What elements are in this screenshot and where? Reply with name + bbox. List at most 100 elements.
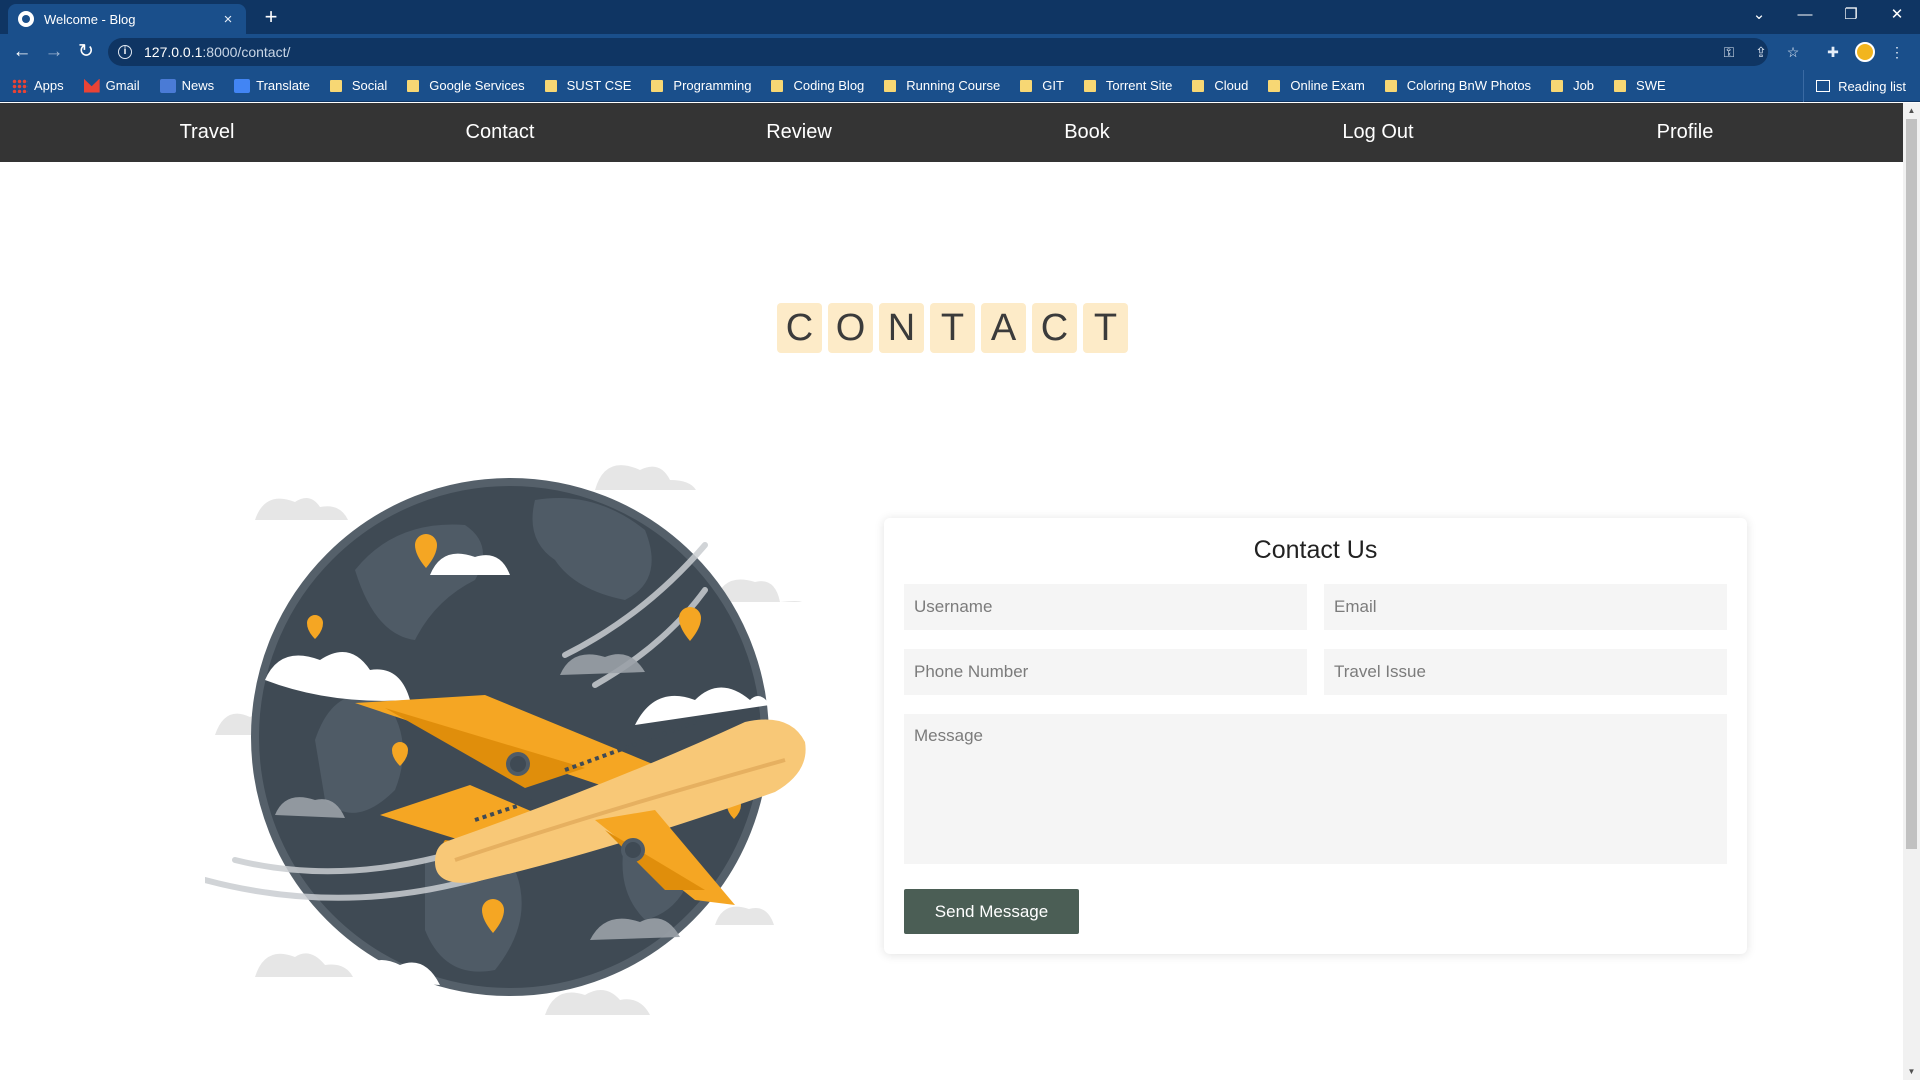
restore-button[interactable]: ❐	[1828, 0, 1874, 30]
reading-list-icon	[1816, 80, 1831, 92]
bookmark-label: Google Services	[429, 78, 525, 93]
folder-icon	[1083, 79, 1096, 92]
bookmark-folder[interactable]: Running Course	[884, 78, 1000, 93]
scroll-up-arrow-icon[interactable]: ▲	[1903, 103, 1920, 119]
back-button[interactable]: ←	[8, 38, 36, 66]
site-favicon-icon	[18, 11, 34, 27]
url-path: :8000/contact/	[202, 44, 291, 60]
send-message-button[interactable]: Send Message	[904, 889, 1079, 934]
bookmark-gmail[interactable]: Gmail	[83, 78, 140, 93]
bookmark-folder[interactable]: Coloring BnW Photos	[1384, 78, 1532, 93]
nav-link-logout[interactable]: Log Out	[1342, 103, 1413, 162]
browser-toolbar: ← → ↻ i 127.0.0.1:8000/contact/ ⚿ ⇪ ☆ ✚ …	[0, 34, 1920, 70]
bookmark-label: SWE	[1636, 78, 1666, 93]
share-icon[interactable]: ⇪	[1751, 42, 1771, 62]
bookmark-folder[interactable]: Torrent Site	[1083, 78, 1173, 93]
folder-icon	[1384, 79, 1397, 92]
message-textarea[interactable]	[904, 714, 1727, 864]
browser-tab-strip: Welcome - Blog × + ⌄ — ❐ ✕	[0, 0, 1920, 34]
bookmark-folder[interactable]: SUST CSE	[544, 78, 631, 93]
bookmark-translate[interactable]: Translate	[234, 78, 310, 93]
bookmark-label: GIT	[1042, 78, 1064, 93]
bookmarks-bar: Apps Gmail News Translate Social Google …	[0, 70, 1920, 102]
nav-link-profile[interactable]: Profile	[1657, 103, 1714, 162]
browser-menu-icon[interactable]: ⋮	[1887, 42, 1907, 62]
heading-letter: C	[1032, 303, 1077, 353]
bookmark-label: Job	[1573, 78, 1595, 93]
nav-link-contact[interactable]: Contact	[466, 103, 535, 162]
minimize-button[interactable]: —	[1782, 0, 1828, 30]
bookmark-folder[interactable]: Programming	[651, 78, 751, 93]
folder-icon	[1268, 79, 1281, 92]
nav-link-book[interactable]: Book	[1064, 103, 1110, 162]
bookmark-folder[interactable]: Google Services	[407, 78, 525, 93]
bookmark-apps[interactable]: Apps	[12, 78, 64, 93]
apps-grid-icon	[12, 78, 28, 93]
tab-search-icon[interactable]: ⌄	[1736, 0, 1782, 30]
reading-list-label: Reading list	[1838, 78, 1906, 94]
site-navbar: Travel Contact Review Book Log Out Profi…	[0, 103, 1903, 162]
profile-avatar[interactable]	[1855, 42, 1875, 62]
bookmark-folder[interactable]: GIT	[1020, 78, 1064, 93]
bookmark-star-icon[interactable]: ☆	[1783, 42, 1803, 62]
folder-icon	[771, 79, 784, 92]
forward-button[interactable]: →	[40, 38, 68, 66]
reload-button[interactable]: ↻	[72, 38, 100, 66]
contact-form-card: Contact Us Send Message	[884, 518, 1747, 954]
nav-link-travel[interactable]: Travel	[180, 103, 235, 162]
url-host: 127.0.0.1	[144, 44, 203, 60]
globe-airplane-illustration	[205, 465, 806, 1015]
bookmark-label: Translate	[256, 78, 310, 93]
bookmark-label: Social	[351, 78, 388, 93]
page-scrollbar[interactable]: ▲ ▼	[1903, 103, 1920, 1080]
bookmark-folder[interactable]: Job	[1551, 78, 1594, 93]
close-window-button[interactable]: ✕	[1874, 0, 1920, 30]
password-key-icon[interactable]: ⚿	[1719, 42, 1739, 62]
bookmark-folder[interactable]: SWE	[1614, 78, 1666, 93]
phone-number-input[interactable]	[904, 649, 1307, 695]
tab-close-icon[interactable]: ×	[220, 11, 236, 28]
form-title: Contact Us	[1253, 536, 1378, 564]
folder-icon	[1192, 79, 1205, 92]
username-input[interactable]	[904, 584, 1307, 630]
bookmark-label: Coding Blog	[793, 78, 865, 93]
bookmark-folder[interactable]: Cloud	[1192, 78, 1248, 93]
email-input[interactable]	[1324, 584, 1727, 630]
bookmark-label: Coloring BnW Photos	[1406, 78, 1532, 93]
folder-icon	[407, 79, 420, 92]
bookmark-folder[interactable]: Coding Blog	[771, 78, 864, 93]
new-tab-button[interactable]: +	[258, 4, 284, 30]
news-icon	[159, 78, 176, 93]
heading-letter: N	[879, 303, 924, 353]
bookmark-label: Running Course	[906, 78, 1001, 93]
scroll-down-arrow-icon[interactable]: ▼	[1903, 1064, 1920, 1080]
contact-heading: C O N T A C T	[777, 303, 1128, 353]
gmail-icon	[83, 78, 100, 93]
heading-letter: O	[828, 303, 873, 353]
browser-tab[interactable]: Welcome - Blog ×	[8, 4, 246, 34]
travel-issue-input[interactable]	[1324, 649, 1727, 695]
heading-letter: C	[777, 303, 822, 353]
nav-link-review[interactable]: Review	[766, 103, 832, 162]
tab-title: Welcome - Blog	[44, 11, 136, 27]
folder-icon	[651, 79, 664, 92]
folder-icon	[1614, 79, 1627, 92]
folder-icon	[544, 79, 557, 92]
site-info-icon[interactable]: i	[118, 45, 132, 59]
translate-icon	[234, 78, 251, 93]
extensions-puzzle-icon[interactable]: ✚	[1823, 42, 1843, 62]
bookmark-label: Programming	[673, 78, 752, 93]
heading-letter: A	[981, 303, 1026, 353]
folder-icon	[884, 79, 897, 92]
reading-list-button[interactable]: Reading list	[1803, 70, 1906, 102]
bookmark-news[interactable]: News	[159, 78, 215, 93]
bookmark-folder[interactable]: Online Exam	[1268, 78, 1365, 93]
bookmark-label: News	[181, 78, 215, 93]
bookmark-folder[interactable]: Social	[329, 78, 388, 93]
scrollbar-thumb[interactable]	[1906, 119, 1917, 849]
bookmark-label: Torrent Site	[1105, 78, 1173, 93]
bookmark-label: Cloud	[1214, 78, 1249, 93]
folder-icon	[329, 79, 342, 92]
address-bar[interactable]: i 127.0.0.1:8000/contact/	[108, 38, 1768, 66]
heading-letter: T	[1083, 303, 1128, 353]
